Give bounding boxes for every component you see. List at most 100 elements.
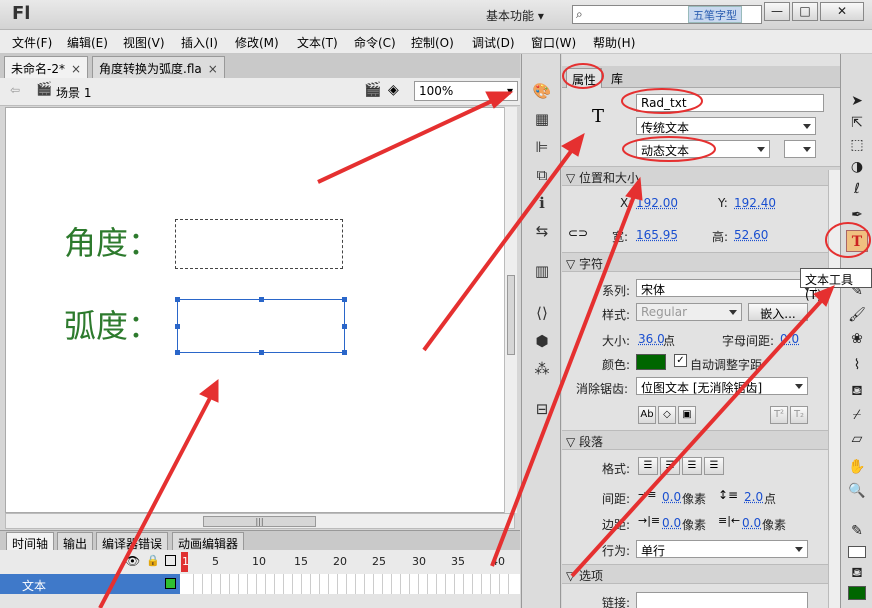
subscript-icon[interactable]: T₂ (790, 406, 808, 424)
fill-color-icon[interactable]: ⛾ (846, 562, 868, 584)
link-icon[interactable]: ⊂⊃ (568, 226, 588, 240)
properties-scrollbar[interactable] (828, 170, 840, 608)
align-icon[interactable]: ⊫ (530, 136, 554, 158)
stage-vertical-scrollbar[interactable] (504, 107, 517, 513)
library-icon[interactable]: ▥ (530, 260, 554, 282)
instance-name-input[interactable]: Rad_txt (636, 94, 824, 112)
menu-text[interactable]: 文本(T) (297, 34, 338, 51)
hand-icon[interactable]: ✋ (846, 456, 868, 478)
tab-output[interactable]: 输出 (57, 532, 94, 551)
lock-icon[interactable]: 🔒 (146, 554, 160, 567)
selection-tool-icon[interactable]: ➤ (846, 90, 868, 112)
line-spacing-value[interactable]: 2.0 (744, 490, 763, 504)
justify-icon[interactable]: ☰ (704, 457, 724, 475)
doc-tab-angle-fla[interactable]: 角度转换为弧度.fla × (92, 56, 225, 78)
align-left-icon[interactable]: ☰ (638, 457, 658, 475)
letter-spacing-value[interactable]: 0.0 (780, 332, 799, 346)
stage-horizontal-scrollbar[interactable]: ||| (5, 513, 515, 529)
height-value[interactable]: 52.60 (734, 228, 768, 242)
text-color-swatch[interactable] (636, 354, 666, 370)
pen-tool-icon[interactable]: ✒ (846, 204, 868, 226)
menu-window[interactable]: 窗口(W) (531, 34, 576, 51)
radian-dynamic-textfield[interactable] (175, 297, 347, 355)
layer-row[interactable]: 文本 (0, 574, 520, 594)
outline-icon[interactable] (165, 555, 176, 566)
embed-button[interactable]: 嵌入... (748, 303, 808, 321)
color-panel-icon[interactable]: 🎨 (530, 80, 554, 102)
history-icon[interactable]: ⇆ (530, 220, 554, 242)
menu-debug[interactable]: 调试(D) (472, 34, 515, 51)
right-margin-value[interactable]: 0.0 (742, 516, 761, 530)
bone-icon[interactable]: ⌇ (846, 354, 868, 376)
free-transform-icon[interactable]: ⬚ (846, 134, 868, 156)
left-margin-value[interactable]: 0.0 (662, 516, 681, 530)
lasso-icon[interactable]: ℓ (846, 178, 868, 200)
align-center-icon[interactable]: ☰ (660, 457, 680, 475)
angle-input-textfield[interactable] (175, 219, 343, 269)
stroke-color-swatch[interactable] (848, 546, 866, 558)
section-position-size[interactable]: ▽ 位置和大小 (562, 166, 840, 186)
deco-icon[interactable]: ❀ (846, 328, 868, 350)
menu-modify[interactable]: 修改(M) (235, 34, 279, 51)
orientation-select[interactable] (784, 140, 816, 158)
maximize-button[interactable]: □ (792, 2, 818, 21)
anti-alias-select[interactable]: 位图文本 [无消除锯齿] (636, 377, 808, 395)
link-input[interactable] (636, 592, 808, 608)
doc-tab-untitled[interactable]: 未命名-2* × (4, 56, 89, 78)
eraser-icon[interactable]: ▱ (846, 428, 868, 450)
layer-color-icon[interactable] (165, 578, 176, 589)
transform-icon[interactable]: ⧉ (530, 164, 554, 186)
y-value[interactable]: 192.40 (734, 196, 776, 210)
width-value[interactable]: 165.95 (636, 228, 678, 242)
fill-color-swatch[interactable] (848, 586, 866, 600)
section-paragraph[interactable]: ▽ 段落 (562, 430, 840, 450)
components-icon[interactable]: ⬢ (530, 330, 554, 352)
minimize-button[interactable]: — (764, 2, 790, 21)
menu-file[interactable]: 文件(F) (12, 34, 52, 51)
font-style-select[interactable]: Regular (636, 303, 742, 321)
frame-grid[interactable] (185, 574, 515, 594)
edit-scene-icon[interactable]: 🎬 (364, 82, 381, 98)
brush-icon[interactable]: 🖌 (846, 304, 868, 326)
menu-commands[interactable]: 命令(C) (354, 34, 396, 51)
font-family-select[interactable]: 宋体 (636, 279, 816, 297)
3d-rotation-icon[interactable]: ◑ (846, 156, 868, 178)
swatches-icon[interactable]: ▦ (530, 108, 554, 130)
render-html-icon[interactable]: ◇ (658, 406, 676, 424)
subselection-tool-icon[interactable]: ⇱ (846, 112, 868, 134)
close-button[interactable]: ✕ (820, 2, 864, 21)
menu-view[interactable]: 视图(V) (123, 34, 165, 51)
autokern-checkbox[interactable]: ✓ (674, 354, 687, 367)
menu-help[interactable]: 帮助(H) (593, 34, 635, 51)
edit-symbol-icon[interactable]: ◈ (388, 82, 399, 98)
menu-insert[interactable]: 插入(I) (181, 34, 218, 51)
tab-library[interactable]: 库 (606, 68, 628, 88)
info-icon[interactable]: ℹ (530, 192, 554, 214)
zoom-icon[interactable]: 🔍 (846, 480, 868, 502)
scroll-thumb[interactable]: ||| (203, 516, 316, 527)
stage[interactable]: 角度： 弧度： (5, 107, 515, 513)
size-value[interactable]: 36.0 (638, 332, 665, 346)
selectable-icon[interactable]: Ab (638, 406, 656, 424)
text-engine-select[interactable]: 传统文本 (636, 117, 816, 135)
back-arrow-icon[interactable]: ⇦ (10, 83, 20, 97)
layer-name[interactable]: 文本 (0, 574, 180, 594)
border-icon[interactable]: ▣ (678, 406, 696, 424)
tab-motion-editor[interactable]: 动画编辑器 (172, 532, 245, 551)
code-snippets-icon[interactable]: ⟨⟩ (530, 302, 554, 324)
x-value[interactable]: 192.00 (636, 196, 678, 210)
project-icon[interactable]: ⊟ (530, 398, 554, 420)
tab-properties[interactable]: 属性 (566, 68, 603, 88)
section-options[interactable]: ▽ 选项 (562, 564, 840, 584)
scroll-thumb[interactable] (507, 275, 515, 355)
behavior-select[interactable]: 单行 (636, 540, 808, 558)
tab-compiler-errors[interactable]: 编译器错误 (96, 532, 169, 551)
tab-timeline[interactable]: 时间轴 (6, 532, 55, 551)
align-right-icon[interactable]: ☰ (682, 457, 702, 475)
superscript-icon[interactable]: T² (770, 406, 788, 424)
motion-presets-icon[interactable]: ⁂ (530, 358, 554, 380)
workspace-switcher[interactable]: 基本功能 ▾ (486, 7, 544, 24)
section-character[interactable]: ▽ 字符 (562, 252, 840, 272)
menu-edit[interactable]: 编辑(E) (67, 34, 108, 51)
zoom-select[interactable]: 100% ▾ (414, 81, 518, 101)
